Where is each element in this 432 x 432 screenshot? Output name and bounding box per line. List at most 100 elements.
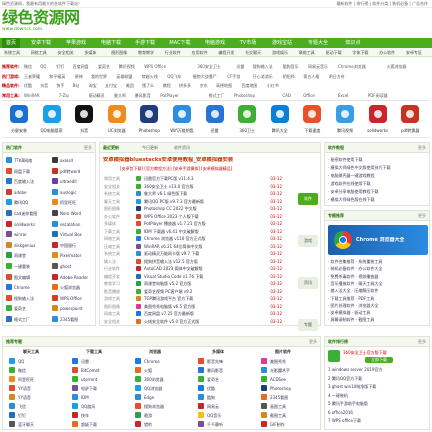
headline-sub-links[interactable]: [安卓包下载] [官方教程方法] [安卓手游模拟] [安卓模拟器精品] — [120, 166, 320, 171]
topic-item[interactable]: 影音先锋 — [198, 357, 258, 366]
topic-item[interactable]: 爱奇艺 — [198, 375, 258, 384]
hot-link[interactable]: B站 — [73, 83, 80, 88]
topic-item[interactable]: 优酷 — [198, 384, 258, 393]
update-row[interactable]: 安全相关 火绒安全软件 v5.0 官方正式版 03-12 — [100, 317, 286, 326]
software-item[interactable]: ultraedit — [52, 177, 97, 186]
hot-link[interactable]: QQ飞车 — [167, 74, 181, 79]
topic-item[interactable]: 画图工具 — [261, 402, 321, 411]
row-title[interactable]: 腾讯QQ PC版 v9.7.3 官方最新版 — [144, 199, 254, 204]
hot-link[interactable]: 第五人格 — [303, 74, 319, 79]
hot-link[interactable]: 7-Zip — [59, 93, 69, 98]
subnav-item[interactable]: 联络工具 — [299, 50, 315, 56]
topic-link[interactable]: · 音乐播放软件 · 聊天工具大全 — [328, 281, 428, 286]
side-tab-button[interactable]: 资讯 — [298, 277, 318, 289]
app-tile[interactable]: 腾讯视频 — [330, 104, 360, 138]
row-title[interactable]: 迅雷官方下载PC版 v11.4.3 — [144, 176, 254, 181]
software-item[interactable]: diskgenius — [6, 241, 51, 250]
app-tile[interactable]: 抖音 — [69, 104, 99, 138]
ranking-item[interactable]: 7 WPS office下载 — [328, 418, 428, 423]
topic-item[interactable]: QQ旋风 — [72, 402, 132, 411]
download-button[interactable]: 立即下载 — [365, 357, 393, 363]
topic-item[interactable]: 阿里旺旺 — [9, 375, 69, 384]
subnav-item[interactable]: 行业软件 — [165, 50, 181, 56]
software-item[interactable]: 搜狗输入法 — [6, 294, 51, 303]
row-title[interactable]: 鲁大师 v6.1 绿色版下载 — [144, 191, 254, 196]
row-title[interactable]: 雨课堂电脑版 v5.2 官方版 — [144, 281, 254, 286]
hot-link[interactable]: 网易云音乐 — [308, 64, 328, 69]
more-link[interactable]: 更多 — [418, 213, 426, 218]
hot-link[interactable]: 美团 — [126, 83, 134, 88]
topic-item[interactable]: 暴风影音 — [198, 366, 258, 375]
hot-link[interactable]: 迅雷 — [236, 64, 244, 69]
hot-link[interactable]: WPS Office — [144, 64, 166, 69]
topic-item[interactable]: 猎豹 — [135, 420, 195, 429]
side-tab-button[interactable]: 游戏 — [298, 235, 318, 247]
tutorial-link[interactable]: · 安卓分享电脑使用教程下载 — [328, 189, 428, 194]
nav-item[interactable]: 游戏宝站 — [268, 38, 296, 48]
subnav-item[interactable]: 系统工具 — [4, 50, 20, 56]
topic-item[interactable]: Edge — [135, 393, 195, 402]
hot-link[interactable]: 阴阳师 — [283, 74, 295, 79]
row-title[interactable]: 火绒安全软件 v5.0 官方正式版 — [144, 319, 254, 324]
tutorial-link[interactable]: · 秘密软件使用下载 — [328, 157, 428, 162]
app-tile[interactable]: Photoshop — [134, 104, 164, 138]
row-title[interactable]: Visual Studio Code v1.76 下载 — [144, 274, 254, 279]
row-title[interactable]: Photoshop CC 2022 中文版 — [144, 206, 254, 211]
hot-link[interactable]: 快手 — [56, 83, 64, 88]
software-item[interactable]: 雨课堂 — [6, 251, 51, 260]
subnav-item[interactable]: 编程开发 — [218, 50, 234, 56]
tutorial-link[interactable]: · 模拟大师绿色版在线下载 — [328, 197, 428, 202]
software-item[interactable]: 一键重装 — [6, 262, 51, 271]
subnav-item[interactable]: 办公软件 — [379, 50, 395, 56]
nav-item[interactable]: 知识点 — [340, 38, 366, 48]
hot-link[interactable]: 酷狗音乐 — [283, 64, 299, 69]
software-item[interactable]: 中国银行 — [52, 241, 97, 250]
hot-link[interactable]: 穿越火线 — [142, 74, 158, 79]
software-item[interactable]: 格式工厂 — [6, 315, 51, 324]
subnav-item[interactable]: 网络工具 — [31, 50, 47, 56]
row-title[interactable]: 爱奇艺视频 PC客户端 v9.2 — [144, 289, 254, 294]
hot-link[interactable]: 高德地图 — [216, 83, 232, 88]
hot-link[interactable]: 开心消消乐 — [253, 74, 273, 79]
hot-link[interactable]: 拼多多 — [179, 83, 191, 88]
hot-link[interactable]: 携程 — [163, 83, 171, 88]
tab-news[interactable]: 软件资讯 — [174, 145, 190, 150]
topic-item[interactable]: 2345看图 — [261, 393, 321, 402]
hot-link[interactable]: WinRAR — [24, 93, 40, 98]
ranking-item[interactable]: 1 windows server 2019官方 — [328, 367, 428, 372]
software-item[interactable]: 百度输入法 — [6, 177, 51, 186]
app-tile[interactable]: pdf转换器 — [395, 104, 425, 138]
hot-link[interactable]: 钉钉 — [56, 64, 64, 69]
app-tile[interactable]: 腾讯大全 — [265, 104, 295, 138]
software-item[interactable]: Nero Word — [52, 209, 97, 218]
app-tile[interactable]: 360卫士 — [232, 104, 262, 138]
row-title[interactable]: TGP腾讯游戏平台 官方下载 — [144, 296, 254, 301]
app-tile[interactable]: 下载速度 — [297, 104, 327, 138]
topic-item[interactable]: 钉钉 — [9, 411, 69, 420]
nav-item[interactable]: MAC下载 — [166, 38, 194, 48]
site-logo[interactable]: 绿色资源网 www.downcc.com — [2, 9, 92, 39]
hot-link[interactable]: 腾讯视频 — [119, 64, 135, 69]
hot-link[interactable]: 淘宝 — [89, 83, 97, 88]
subnav-item[interactable]: 教育教学 — [138, 50, 154, 56]
app-tile[interactable]: Wifi万能钥匙 — [167, 104, 197, 138]
hot-link[interactable]: 王者荣耀 — [24, 74, 40, 79]
hot-link[interactable]: 支付宝 — [105, 83, 117, 88]
software-item[interactable]: Virtual Box — [52, 230, 97, 239]
software-item[interactable]: winrar — [6, 230, 51, 239]
more-link[interactable]: 更多 — [309, 339, 317, 344]
topic-item[interactable]: YY语音 — [9, 384, 69, 393]
software-item[interactable]: powerpoint — [52, 304, 97, 313]
software-item[interactable]: ghost — [52, 262, 97, 271]
ranking-item[interactable]: 5 腾讯手游助手电脑版 — [328, 401, 428, 406]
hot-link[interactable]: 暴风影音 — [135, 93, 151, 98]
nav-item[interactable]: TV市场 — [236, 38, 260, 48]
tutorial-link[interactable]: · 模拟大师绿色中文版使用技巧下载 — [328, 165, 428, 170]
topic-item[interactable]: 火狐 — [135, 366, 195, 375]
tab-today[interactable]: 今日更新 — [142, 145, 158, 150]
topic-item[interactable]: 电驴下载 — [72, 384, 132, 393]
hot-link[interactable]: 饿了么 — [142, 83, 154, 88]
hot-link[interactable]: Chrome浏览器 — [338, 64, 366, 69]
more-link[interactable]: 更多 — [418, 145, 426, 150]
more-link[interactable]: 更多 — [418, 339, 426, 344]
